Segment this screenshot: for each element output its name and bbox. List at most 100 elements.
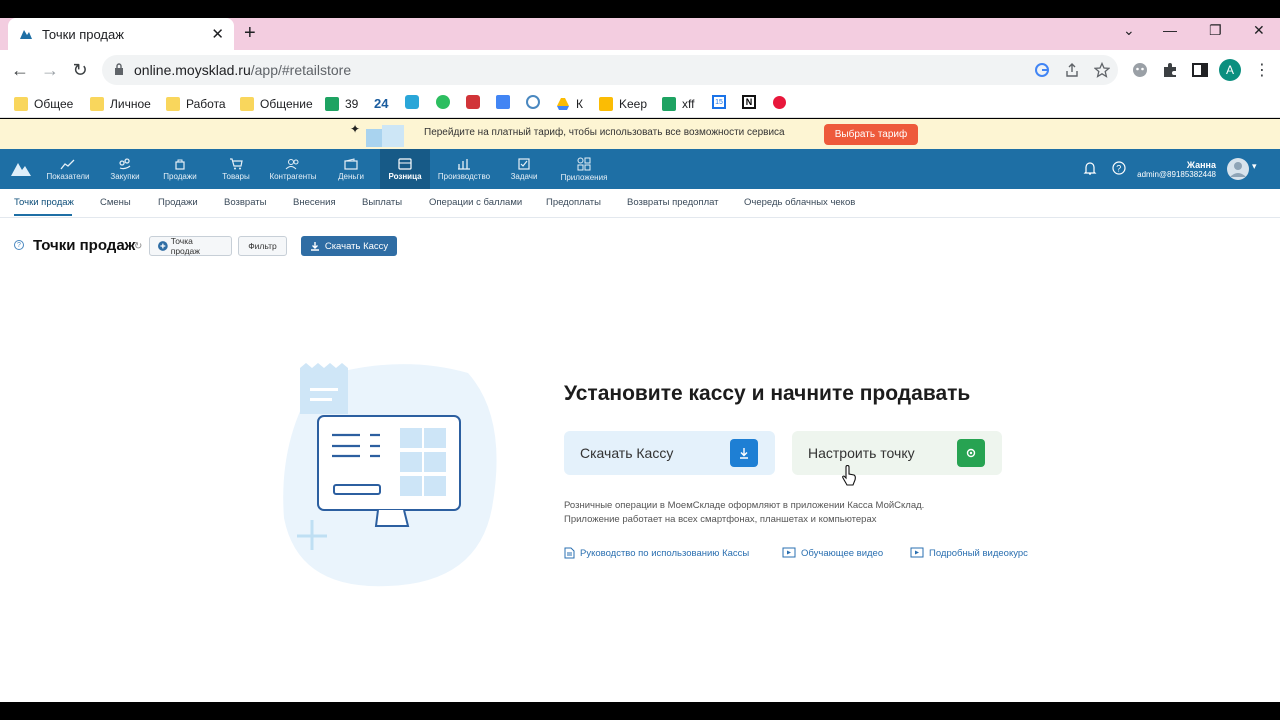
close-tab-icon[interactable]: ✕ bbox=[211, 25, 224, 43]
bottom-black-band bbox=[0, 702, 1280, 720]
wallet-icon bbox=[344, 157, 358, 170]
share-icon[interactable] bbox=[1064, 62, 1080, 78]
download-kassa-button[interactable]: Скачать Кассу bbox=[301, 236, 397, 256]
subnav-item-bonus-operations[interactable]: Операции с баллами bbox=[429, 197, 522, 208]
folder-icon bbox=[240, 97, 254, 111]
nav-item-indicators[interactable]: Показатели bbox=[44, 149, 92, 189]
filter-button[interactable]: Фильтр bbox=[238, 236, 287, 256]
window-close-icon[interactable]: ✕ bbox=[1253, 22, 1265, 39]
subnav-item-sales[interactable]: Продажи bbox=[158, 197, 198, 208]
boxes-illustration-icon: ✦ bbox=[350, 122, 404, 147]
user-menu-chevron-icon[interactable]: ▾ bbox=[1252, 161, 1257, 172]
red-dot-icon[interactable] bbox=[773, 96, 786, 109]
forward-arrow-icon[interactable]: → bbox=[38, 58, 62, 82]
moysklad-favicon-icon bbox=[20, 30, 32, 39]
plus-circle-icon bbox=[158, 241, 168, 251]
bookmark-item[interactable]: Работа bbox=[166, 95, 226, 113]
setup-point-card-label: Настроить точку bbox=[808, 445, 915, 461]
nav-item-money[interactable]: Деньги bbox=[330, 149, 372, 189]
nav-item-production[interactable]: Производство bbox=[436, 149, 492, 189]
cart-icon bbox=[230, 157, 243, 169]
browser-tab-active[interactable]: Точки продаж ✕ bbox=[8, 18, 234, 50]
video-icon bbox=[910, 547, 924, 558]
svg-text:✦: ✦ bbox=[350, 122, 360, 136]
nav-item-retail[interactable]: Розница bbox=[380, 149, 430, 189]
subnav-item-deposits[interactable]: Внесения bbox=[293, 197, 336, 208]
choose-plan-button[interactable]: Выбрать тариф bbox=[824, 124, 918, 145]
bookmark-item[interactable]: xff bbox=[662, 95, 694, 113]
calendar-icon[interactable]: 15 bbox=[712, 95, 726, 109]
bookmark-star-icon[interactable] bbox=[1094, 62, 1110, 78]
chrome-menu-icon[interactable]: ⋮ bbox=[1250, 58, 1274, 82]
bookmark-item[interactable]: Личное bbox=[90, 95, 151, 113]
address-bar[interactable]: online.moysklad.ru/app/#retailstore bbox=[102, 55, 1118, 85]
document-icon bbox=[564, 547, 575, 559]
subnav-item-prepayment-returns[interactable]: Возвраты предоплат bbox=[627, 197, 719, 208]
nav-item-tasks[interactable]: Задачи bbox=[504, 149, 544, 189]
google-icon[interactable] bbox=[1034, 62, 1050, 78]
subnav-item-returns[interactable]: Возвраты bbox=[224, 197, 266, 208]
extension-face-icon[interactable] bbox=[1130, 60, 1150, 80]
bag-icon bbox=[175, 159, 185, 170]
bookmark-item[interactable]: Общение bbox=[240, 95, 313, 113]
refresh-icon[interactable]: ↻ bbox=[134, 241, 142, 252]
tab-title: Точки продаж bbox=[42, 26, 124, 42]
video-icon bbox=[782, 547, 796, 558]
subnav-item-retail-points[interactable]: Точки продаж bbox=[14, 197, 74, 208]
nav-item-purchases[interactable]: Закупки bbox=[104, 149, 146, 189]
tutorial-video-link[interactable]: Обучающее видео bbox=[782, 547, 883, 559]
bookmark-item[interactable]: 24 bbox=[374, 94, 388, 112]
side-panel-icon[interactable] bbox=[1190, 60, 1210, 80]
bookmark-item[interactable]: Keep bbox=[599, 95, 647, 113]
subnav-item-payouts[interactable]: Выплаты bbox=[362, 197, 402, 208]
cash-register-icon bbox=[398, 157, 412, 170]
evernote-icon[interactable] bbox=[436, 95, 450, 109]
kassa-manual-link[interactable]: Руководство по использованию Кассы bbox=[564, 547, 749, 559]
bookmark-item[interactable]: 39 bbox=[325, 95, 358, 113]
bookmark-app-icon[interactable] bbox=[466, 95, 480, 109]
restore-icon[interactable]: ❐ bbox=[1209, 22, 1222, 39]
back-arrow-icon[interactable]: ← bbox=[8, 58, 32, 82]
promo-banner: ✦ Перейдите на платный тариф, чтобы испо… bbox=[0, 119, 1280, 149]
hand-cursor-icon bbox=[842, 465, 856, 486]
checkbox-icon bbox=[518, 157, 530, 170]
download-icon bbox=[730, 439, 758, 467]
user-avatar-icon[interactable] bbox=[1226, 157, 1250, 181]
bar-chart-icon bbox=[458, 158, 470, 170]
subnav-item-shifts[interactable]: Смены bbox=[100, 197, 131, 208]
bookmark-item[interactable]: Общее bbox=[14, 95, 73, 113]
chart-line-icon bbox=[60, 159, 75, 169]
bookmark-item[interactable]: К bbox=[556, 95, 583, 113]
subnav-item-prepayments[interactable]: Предоплаты bbox=[546, 197, 601, 208]
download-kassa-card[interactable]: Скачать Кассу bbox=[564, 431, 775, 475]
nav-item-goods[interactable]: Товары bbox=[214, 149, 258, 189]
video-course-link[interactable]: Подробный видеокурс bbox=[910, 547, 1028, 559]
minimize-icon[interactable]: — bbox=[1163, 22, 1177, 38]
profile-avatar[interactable]: A bbox=[1219, 59, 1241, 81]
user-login: admin@89185382448 bbox=[1137, 170, 1216, 179]
tab-search-chevron-icon[interactable]: ⌄ bbox=[1123, 22, 1135, 39]
bell-icon[interactable] bbox=[1083, 161, 1097, 176]
user-info[interactable]: Жанна admin@89185382448 bbox=[1137, 160, 1216, 179]
top-black-band bbox=[0, 0, 1280, 18]
gear-icon bbox=[957, 439, 985, 467]
subnav-item-cloud-receipts-queue[interactable]: Очередь облачных чеков bbox=[744, 197, 855, 208]
nav-item-contractors[interactable]: Контрагенты bbox=[266, 149, 320, 189]
new-tab-button[interactable]: + bbox=[244, 22, 256, 45]
setup-point-card[interactable]: Настроить точку bbox=[792, 431, 1002, 475]
docs-icon[interactable] bbox=[496, 95, 510, 109]
nav-item-apps[interactable]: Приложения bbox=[556, 149, 612, 189]
notion-icon[interactable]: N bbox=[742, 95, 756, 109]
bookmark-app-icon[interactable] bbox=[405, 95, 419, 109]
add-retail-point-button[interactable]: Точка продаж bbox=[149, 236, 232, 256]
extensions-puzzle-icon[interactable] bbox=[1160, 60, 1180, 80]
reload-icon[interactable]: ↻ bbox=[68, 58, 92, 82]
page-help-icon[interactable]: ? bbox=[14, 240, 24, 250]
svg-text:?: ? bbox=[1116, 164, 1121, 174]
folder-icon bbox=[14, 97, 28, 111]
nav-item-sales[interactable]: Продажи bbox=[158, 149, 202, 189]
help-circle-icon[interactable]: ? bbox=[1112, 161, 1126, 175]
moysklad-logo-icon[interactable] bbox=[10, 159, 32, 179]
download-icon bbox=[310, 242, 319, 251]
clock-icon[interactable] bbox=[526, 95, 540, 109]
